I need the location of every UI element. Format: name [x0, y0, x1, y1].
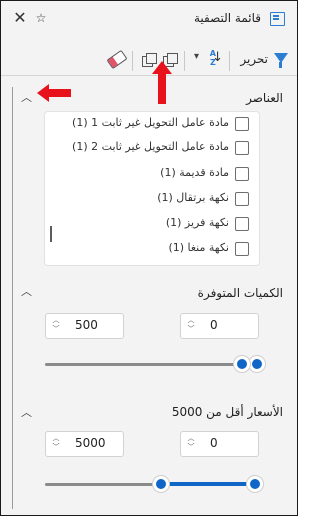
title-bar: قائمة التصفية ✕ ☆: [1, 1, 297, 37]
price-slider-min-thumb[interactable]: [247, 476, 263, 492]
filter-panel: قائمة التصفية ✕ ☆ تحرير AZ ↓ ▾ ︿ العناصر…: [0, 0, 298, 516]
stepper-arrows-icon[interactable]: ︿ ﹀: [51, 316, 61, 334]
item-checkbox[interactable]: [235, 117, 249, 131]
price-slider-track-outside[interactable]: [45, 483, 161, 486]
toolbar-divider-line: [1, 75, 297, 76]
price-slider-track-range[interactable]: [161, 482, 255, 486]
eraser-icon[interactable]: [106, 49, 128, 70]
item-label: نكهة منغا (1): [168, 241, 229, 254]
quantity-max-stepper[interactable]: ︿ ﹀ 500: [45, 313, 124, 339]
item-checkbox[interactable]: [235, 217, 249, 231]
quantity-min-value[interactable]: 0: [210, 318, 218, 332]
list-item[interactable]: مادة قديمة (1): [45, 162, 259, 186]
chevron-down-icon[interactable]: ▾: [194, 51, 199, 62]
price-max-value[interactable]: 5000: [75, 436, 106, 450]
toolbar-divider: [229, 51, 230, 71]
annotation-arrow-left-icon: [37, 84, 71, 102]
stepper-arrows-icon[interactable]: ︿ ﹀: [186, 434, 196, 452]
collapse-elements-icon[interactable]: ︿: [21, 89, 32, 105]
item-label: نكهة فريز (1): [165, 216, 229, 229]
edit-button[interactable]: تحرير: [240, 52, 268, 66]
item-checkbox[interactable]: [235, 167, 249, 181]
price-max-stepper[interactable]: ︿ ﹀ 5000: [45, 431, 124, 457]
price-slider-max-thumb[interactable]: [153, 476, 169, 492]
pin-button[interactable]: ☆: [32, 9, 50, 27]
item-label: مادة قديمة (1): [160, 166, 229, 179]
panel-title: قائمة التصفية: [193, 11, 261, 25]
sort-arrow-icon: ↓: [212, 50, 223, 65]
price-min-stepper[interactable]: ︿ ﹀ 0: [180, 431, 259, 457]
item-label: نكهة برتقال (1): [157, 191, 229, 204]
list-item[interactable]: نكهة برتقال (1): [45, 187, 259, 211]
list-item[interactable]: مادة عامل التحويل غير ثابت 2 (1): [45, 136, 259, 160]
stepper-arrows-icon[interactable]: ︿ ﹀: [51, 434, 61, 452]
item-checkbox[interactable]: [235, 192, 249, 206]
list-scrollbar-thumb[interactable]: [50, 226, 52, 242]
filter-icon[interactable]: [274, 53, 288, 68]
close-button[interactable]: ✕: [11, 9, 29, 27]
quantity-max-value[interactable]: 500: [75, 318, 98, 332]
stepper-arrows-icon[interactable]: ︿ ﹀: [186, 316, 196, 334]
collapse-quantities-icon[interactable]: ︿: [21, 283, 32, 299]
list-item[interactable]: مادة عامل التحويل غير ثابت 1 (1): [45, 112, 259, 136]
quantities-section-title: الكميات المتوفرة: [197, 286, 283, 300]
item-label: مادة عامل التحويل غير ثابت 1 (1): [72, 116, 229, 129]
item-label: مادة عامل التحويل غير ثابت 2 (1): [72, 140, 229, 153]
collapse-prices-icon[interactable]: ︿: [21, 404, 32, 420]
list-item[interactable]: نكهة منغا (1): [45, 237, 259, 261]
quantity-slider-max-thumb[interactable]: [234, 356, 250, 372]
sort-button[interactable]: AZ ↓: [199, 49, 223, 71]
quantity-min-stepper[interactable]: ︿ ﹀ 0: [180, 313, 259, 339]
toolbar: تحرير AZ ↓ ▾: [1, 41, 297, 77]
price-min-value[interactable]: 0: [210, 436, 218, 450]
list-item[interactable]: نكهة فريز (1): [45, 212, 259, 236]
prices-section-title: الأسعار أقل من 5000: [171, 405, 283, 419]
scroll-rail[interactable]: [12, 87, 13, 509]
toolbar-divider: [132, 51, 133, 71]
quantity-slider-track[interactable]: [45, 363, 241, 366]
annotation-arrow-up-icon: [152, 61, 172, 104]
toolbar-divider: [184, 51, 185, 71]
elements-section-title: العناصر: [246, 91, 283, 105]
item-checkbox[interactable]: [235, 141, 249, 155]
quantity-slider-min-thumb[interactable]: [249, 356, 265, 372]
elements-list: مادة عامل التحويل غير ثابت 1 (1) مادة عا…: [45, 112, 259, 265]
filter-list-icon: [270, 12, 285, 26]
item-checkbox[interactable]: [235, 242, 249, 256]
